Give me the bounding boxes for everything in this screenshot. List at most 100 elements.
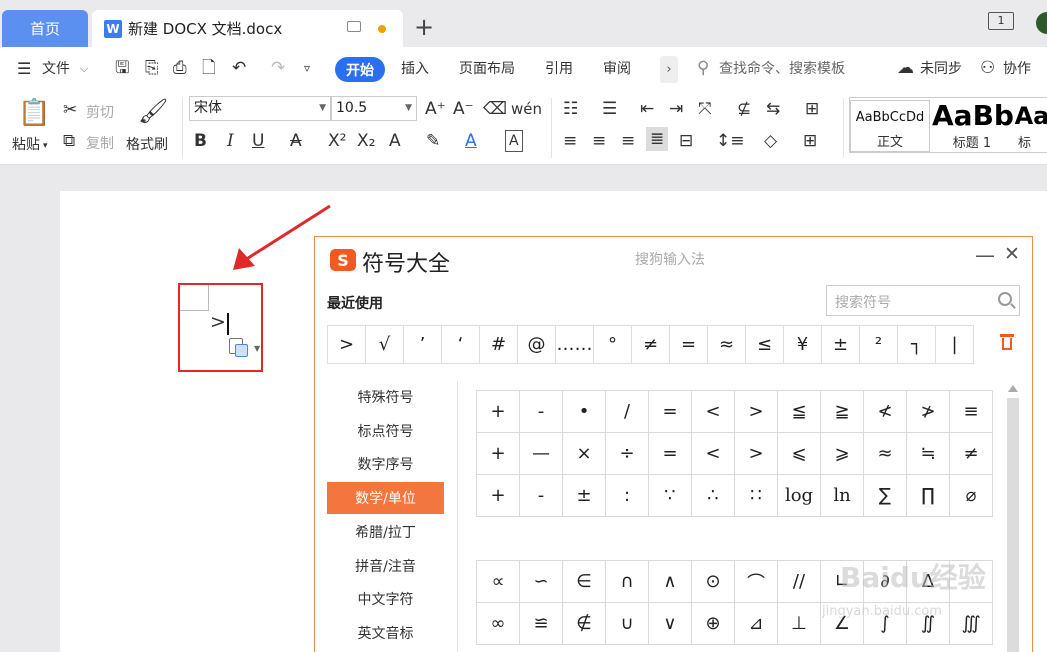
tab-references[interactable]: 引用 (545, 58, 573, 78)
symbol-cell[interactable]: ≦ (778, 391, 821, 433)
recent-symbol-cell[interactable]: …… (555, 325, 594, 364)
category-item[interactable]: 数学/单位 (327, 482, 444, 515)
align-left-icon[interactable]: ≡ (563, 131, 577, 151)
symbol-cell[interactable]: ∽ (520, 561, 563, 603)
minimize-icon[interactable]: — (975, 243, 995, 267)
italic-icon[interactable]: I (227, 131, 234, 151)
symbol-cell[interactable]: ∵ (649, 475, 692, 517)
char-border-icon[interactable]: A (505, 130, 523, 152)
numbered-list-icon[interactable]: ☰ (602, 99, 617, 119)
symbol-cell[interactable]: = (649, 391, 692, 433)
symbol-cell[interactable]: • (563, 391, 606, 433)
symbol-cell[interactable]: ⩾ (821, 433, 864, 475)
avatar[interactable] (1036, 12, 1047, 34)
symbol-cell[interactable]: ∴ (692, 475, 735, 517)
font-size-select[interactable]: 10.5 ▼ (331, 96, 417, 121)
trash-icon[interactable] (999, 334, 1015, 352)
chinese-layout-icon[interactable]: ⤧ (698, 99, 712, 119)
superscript-icon[interactable]: X² (328, 131, 346, 151)
recent-symbol-cell[interactable]: ° (593, 325, 632, 364)
save-icon[interactable]: 🖫 (115, 58, 129, 78)
table-tools-icon[interactable]: ⊞ (805, 99, 819, 119)
recent-symbol-cell[interactable]: ≈ (707, 325, 746, 364)
shrink-font-icon[interactable]: A⁻ (453, 99, 474, 119)
symbol-cell[interactable]: ∏ (907, 475, 950, 517)
recent-symbol-cell[interactable]: > (327, 325, 366, 364)
tab-review[interactable]: 审阅 (603, 58, 631, 78)
symbol-cell[interactable]: log (778, 475, 821, 517)
symbol-cell[interactable]: ≡ (950, 391, 993, 433)
subscript-icon[interactable]: X₂ (357, 131, 375, 151)
symbol-cell[interactable]: ≧ (821, 391, 864, 433)
symbol-cell[interactable]: ∑ (864, 475, 907, 517)
copy-icon[interactable]: ⧉ (63, 131, 75, 151)
symbol-cell[interactable]: ⊥ (778, 603, 821, 645)
increase-indent-icon[interactable]: ⇥ (669, 99, 683, 119)
distributed-align-icon[interactable]: ⊟ (679, 131, 693, 151)
symbol-cell[interactable]: < (692, 433, 735, 475)
paste-icon[interactable]: 📋 (18, 98, 50, 128)
font-name-select[interactable]: 宋体 ▼ (189, 96, 331, 121)
symbol-cell[interactable]: - (520, 475, 563, 517)
chevron-down-icon[interactable]: ⌵ (80, 59, 88, 79)
bullet-list-icon[interactable]: ☷ (563, 99, 578, 119)
new-tab-plus-icon[interactable]: + (414, 13, 434, 41)
show-marks-icon[interactable]: ⊈ (737, 99, 751, 119)
symbol-cell[interactable]: ⌒ (735, 561, 778, 603)
shading-icon[interactable]: ◇ (764, 131, 777, 151)
symbol-cell[interactable]: ∭ (950, 603, 993, 645)
symbol-cell[interactable]: ≈ (864, 433, 907, 475)
tab-start[interactable]: 开始 (335, 57, 385, 82)
symbol-cell[interactable]: ⊙ (692, 561, 735, 603)
style-heading-2[interactable]: Aa 标 (1012, 100, 1047, 152)
customize-toolbar-icon[interactable]: ▿ (304, 58, 310, 78)
decrease-indent-icon[interactable]: ⇤ (640, 99, 654, 119)
symbol-cell[interactable]: ≒ (907, 433, 950, 475)
category-item[interactable]: 特殊符号 (327, 381, 444, 413)
tab-document[interactable]: W 新建 DOCX 文档.docx (92, 10, 403, 47)
hamburger-menu-icon[interactable]: ☰ (17, 59, 31, 79)
undo-icon[interactable]: ↶ (232, 58, 246, 78)
scroll-up-icon[interactable] (1008, 385, 1018, 392)
search-icon[interactable] (998, 292, 1012, 306)
symbol-cell[interactable]: ≯ (907, 391, 950, 433)
font-color-icon[interactable]: A (465, 131, 477, 151)
cut-button[interactable]: 剪切 (86, 102, 114, 122)
recent-symbol-cell[interactable]: ± (821, 325, 860, 364)
symbol-cell[interactable]: + (477, 433, 520, 475)
redo-icon[interactable]: ↷ (271, 58, 285, 78)
symbol-cell[interactable]: ∨ (649, 603, 692, 645)
recent-symbol-cell[interactable]: ’ (403, 325, 442, 364)
monitor-icon[interactable] (347, 21, 361, 32)
symbol-cell[interactable]: // (778, 561, 821, 603)
category-item[interactable]: 希腊/拉丁 (327, 516, 444, 548)
category-item[interactable]: 拼音/注音 (327, 550, 444, 582)
cut-icon[interactable]: ✂ (63, 100, 77, 120)
symbol-cell[interactable]: ≠ (950, 433, 993, 475)
text-effect-icon[interactable]: A (389, 131, 401, 151)
symbol-cell[interactable]: ∝ (477, 561, 520, 603)
recent-symbol-cell[interactable]: ‘ (441, 325, 480, 364)
copy-button[interactable]: 复制 (86, 133, 114, 153)
panel-scrollbar[interactable] (1006, 382, 1020, 652)
symbol-cell[interactable]: ⊕ (692, 603, 735, 645)
symbol-cell[interactable]: / (606, 391, 649, 433)
category-item[interactable]: 英文音标 (327, 617, 444, 649)
tab-insert[interactable]: 插入 (401, 58, 429, 78)
symbol-cell[interactable]: < (692, 391, 735, 433)
line-spacing-icon[interactable]: ↕≡ (716, 131, 745, 151)
symbol-cell[interactable]: × (563, 433, 606, 475)
export-icon[interactable]: ⎘ (145, 58, 159, 78)
symbol-search-input[interactable]: 搜索符号 (826, 285, 1020, 316)
justify-icon[interactable]: ≣ (646, 127, 669, 151)
format-painter-button[interactable]: 格式刷 (126, 134, 168, 154)
symbol-cell[interactable]: ln (821, 475, 864, 517)
chevron-down-icon[interactable]: ▼ (254, 344, 260, 353)
align-right-icon[interactable]: ≡ (621, 131, 635, 151)
align-center-icon[interactable]: ≡ (592, 131, 606, 151)
symbol-cell[interactable]: > (735, 391, 778, 433)
sync-status[interactable]: 未同步 (920, 58, 962, 78)
print-icon[interactable]: ⎙ (173, 58, 187, 78)
paste-options-icon[interactable] (229, 338, 249, 358)
paste-button[interactable]: 粘贴 (12, 134, 40, 154)
